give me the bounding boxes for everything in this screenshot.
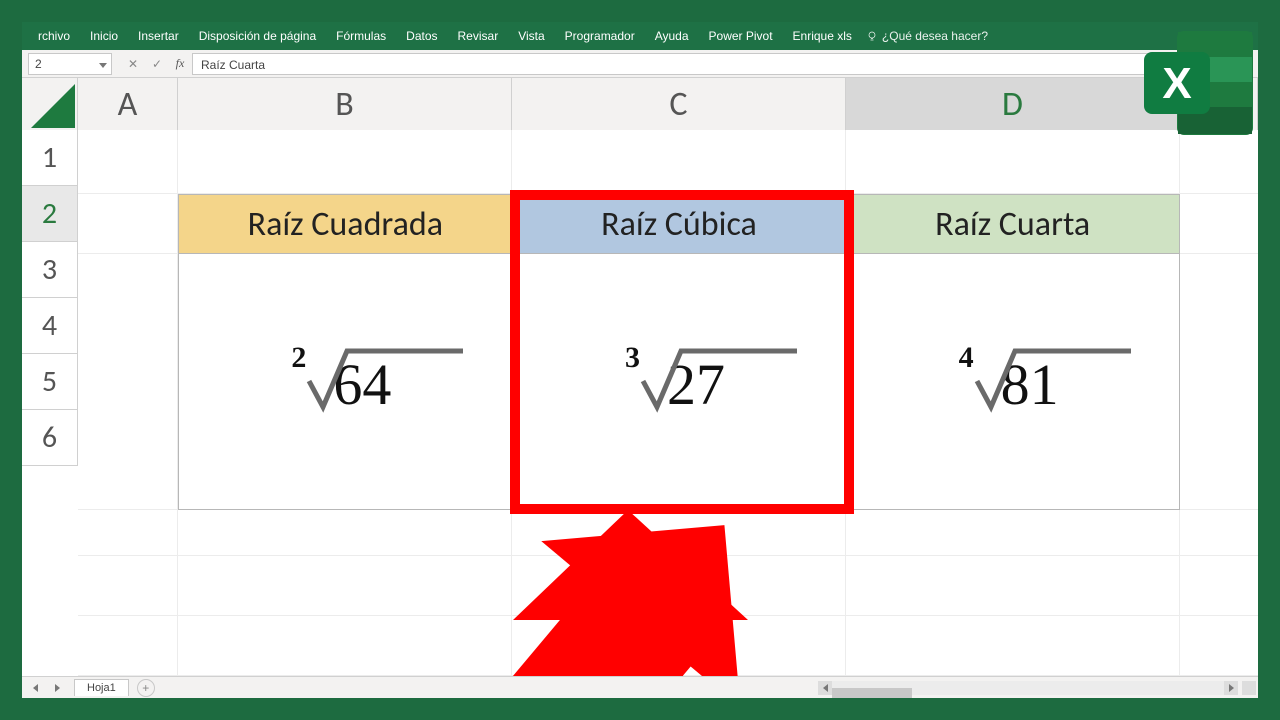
name-box[interactable]: 2: [28, 53, 112, 75]
ribbon-tab-inicio[interactable]: Inicio: [80, 22, 128, 50]
cube-root-expr: 3 27: [633, 345, 725, 418]
formula-bar-buttons: ✕ ✓ fx: [122, 53, 192, 75]
lightbulb-icon: [866, 30, 878, 42]
radical-icon: [973, 345, 1133, 417]
ribbon-tab-insertar[interactable]: Insertar: [128, 22, 189, 50]
root-degree: 3: [625, 341, 640, 375]
scroll-right-icon[interactable]: [1224, 681, 1238, 695]
row-header-3[interactable]: 3: [22, 242, 78, 298]
ribbon-tab-powerpivot[interactable]: Power Pivot: [699, 22, 783, 50]
fx-icon: fx: [176, 56, 185, 71]
cell-D3[interactable]: 4 81: [846, 254, 1180, 510]
row-header-2[interactable]: 2: [22, 186, 78, 242]
ribbon-tab-programador[interactable]: Programador: [555, 22, 645, 50]
root-degree: 4: [959, 341, 974, 375]
row-header-4[interactable]: 4: [22, 298, 78, 354]
worksheet: A B C D 1 2 3 4 5 6 Raíz Cuadrada: [22, 78, 1258, 676]
col-header-A[interactable]: A: [78, 78, 178, 130]
accept-button[interactable]: ✓: [146, 53, 168, 75]
row-header-1[interactable]: 1: [22, 130, 78, 186]
ribbon-tab-archivo[interactable]: rchivo: [28, 22, 80, 50]
radical-icon: [639, 345, 799, 417]
formula-bar: 2 ✕ ✓ fx Raíz Cuarta: [22, 50, 1258, 78]
horizontal-scrollbar[interactable]: [818, 681, 1238, 695]
ribbon-tab-revisar[interactable]: Revisar: [448, 22, 509, 50]
ribbon-tab-ayuda[interactable]: Ayuda: [645, 22, 699, 50]
col-header-D[interactable]: D: [846, 78, 1180, 130]
add-sheet-button[interactable]: +: [137, 679, 155, 697]
ribbon-tab-vista[interactable]: Vista: [508, 22, 554, 50]
cell-B2[interactable]: Raíz Cuadrada: [178, 194, 513, 254]
ribbon-tab-datos[interactable]: Datos: [396, 22, 447, 50]
cell-C3[interactable]: 3 27: [513, 254, 847, 510]
tell-me-placeholder: ¿Qué desea hacer?: [882, 29, 988, 43]
sheet-nav-next[interactable]: [48, 679, 66, 697]
scroll-thumb[interactable]: [832, 688, 912, 698]
name-box-dropdown-icon[interactable]: [99, 57, 107, 71]
cell-B3[interactable]: 2 64: [178, 254, 513, 510]
col-header-C[interactable]: C: [512, 78, 846, 130]
fourth-root-expr: 4 81: [967, 345, 1059, 418]
square-root-expr: 2 64: [299, 345, 391, 418]
cell-C2[interactable]: Raíz Cúbica: [513, 194, 847, 254]
sheet-tab-hoja1[interactable]: Hoja1: [74, 679, 129, 696]
select-all-triangle[interactable]: [22, 78, 78, 130]
ribbon-tab-formulas[interactable]: Fórmulas: [326, 22, 396, 50]
sheet-nav-prev[interactable]: [26, 679, 44, 697]
roots-table: Raíz Cuadrada Raíz Cúbica Raíz Cuarta 2 …: [178, 194, 1180, 510]
row-header-6[interactable]: 6: [22, 410, 78, 466]
scroll-corner: [1242, 681, 1256, 695]
excel-logo-icon: X: [1132, 22, 1258, 148]
row-headers: 1 2 3 4 5 6: [22, 130, 78, 466]
ribbon-menu: rchivo Inicio Insertar Disposición de pá…: [22, 22, 1258, 50]
formula-input[interactable]: Raíz Cuarta: [192, 53, 1248, 75]
grid: Raíz Cuadrada Raíz Cúbica Raíz Cuarta 2 …: [78, 130, 1258, 676]
fx-button[interactable]: fx: [170, 53, 192, 75]
column-headers: A B C D: [22, 78, 1258, 130]
scroll-left-icon[interactable]: [818, 681, 832, 695]
name-box-value: 2: [35, 57, 42, 71]
tell-me-search[interactable]: ¿Qué desea hacer?: [866, 29, 988, 43]
root-degree: 2: [291, 341, 306, 375]
col-header-B[interactable]: B: [178, 78, 512, 130]
cancel-button[interactable]: ✕: [122, 53, 144, 75]
svg-text:X: X: [1162, 59, 1191, 108]
ribbon-tab-enrique[interactable]: Enrique xls: [783, 22, 862, 50]
row-header-5[interactable]: 5: [22, 354, 78, 410]
sheet-tab-bar: Hoja1 +: [22, 676, 1258, 698]
ribbon-tab-disposicion[interactable]: Disposición de página: [189, 22, 326, 50]
cell-D2[interactable]: Raíz Cuarta: [846, 194, 1180, 254]
radical-icon: [305, 345, 465, 417]
excel-window: rchivo Inicio Insertar Disposición de pá…: [22, 22, 1258, 698]
